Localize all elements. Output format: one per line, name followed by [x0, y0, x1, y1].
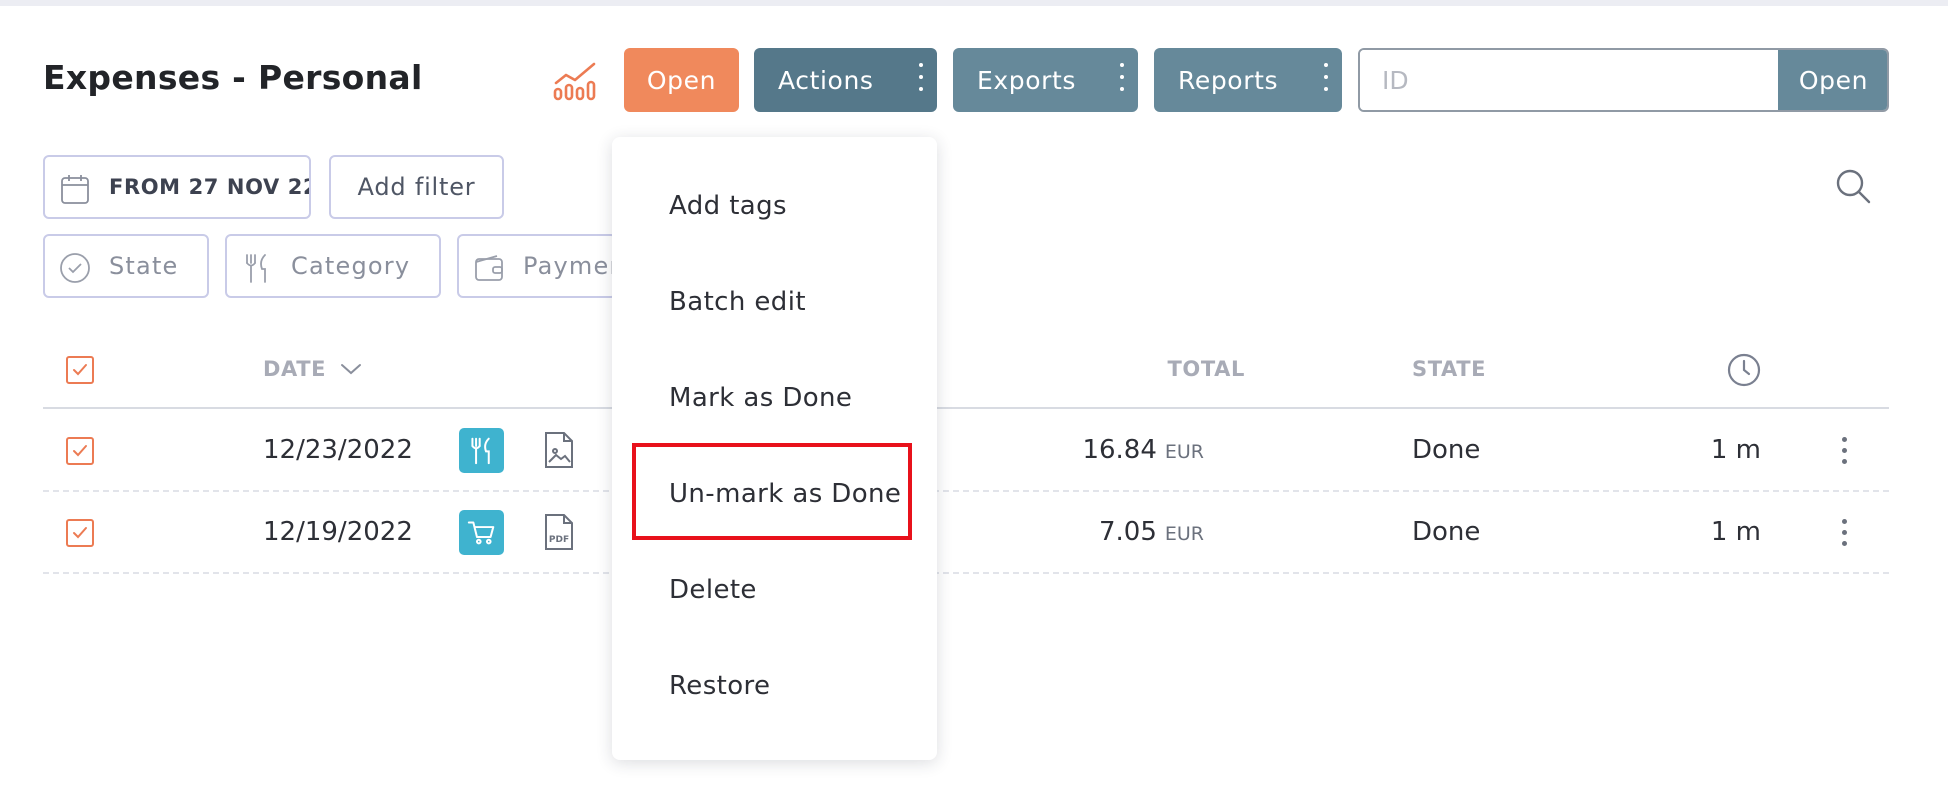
column-header-state[interactable]: STATE	[1412, 357, 1486, 381]
row-divider	[43, 490, 1889, 492]
pdf-file-icon[interactable]: PDF	[543, 513, 575, 551]
chevron-down-icon[interactable]	[340, 362, 362, 376]
id-input[interactable]	[1360, 50, 1778, 110]
menu-item-batch-edit[interactable]: Batch edit	[669, 287, 806, 317]
row-checkbox[interactable]	[66, 519, 94, 547]
row-age: 1 m	[1710, 435, 1761, 465]
fork-knife-icon	[246, 254, 266, 283]
menu-item-mark-as-done[interactable]: Mark as Done	[669, 383, 852, 413]
row-state: Done	[1412, 517, 1481, 547]
row-divider	[43, 572, 1889, 574]
payment-filter-label: Paymen	[523, 252, 617, 280]
reports-button-label: Reports	[1178, 65, 1279, 95]
category-filter-chip[interactable]: Category	[225, 234, 441, 298]
actions-button-label: Actions	[778, 65, 874, 95]
row-more-icon[interactable]	[1842, 437, 1848, 467]
state-filter-label: State	[109, 252, 179, 280]
fork-knife-icon	[459, 428, 504, 473]
calendar-icon	[61, 175, 89, 204]
more-vertical-icon	[1324, 63, 1328, 97]
exports-button-label: Exports	[977, 65, 1077, 95]
column-header-total[interactable]: TOTAL	[1100, 357, 1245, 381]
row-amount-value: 16.84	[1082, 435, 1157, 465]
more-vertical-icon	[919, 63, 923, 97]
image-file-icon[interactable]	[543, 431, 575, 469]
actions-button[interactable]: Actions	[754, 48, 937, 112]
check-circle-icon	[60, 253, 90, 283]
row-currency: EUR	[1164, 441, 1204, 463]
open-button[interactable]: Open	[624, 48, 739, 112]
wallet-icon	[475, 255, 503, 281]
clock-icon[interactable]	[1727, 353, 1761, 387]
row-date: 12/23/2022	[263, 435, 413, 465]
shopping-cart-icon	[459, 510, 504, 555]
add-filter-button[interactable]: Add filter	[329, 155, 504, 219]
column-header-date[interactable]: DATE	[263, 357, 326, 381]
row-currency: EUR	[1164, 523, 1204, 545]
date-filter-chip[interactable]: FROM 27 NOV 22	[43, 155, 311, 219]
menu-item-add-tags[interactable]: Add tags	[669, 191, 787, 221]
reports-button[interactable]: Reports	[1154, 48, 1342, 112]
row-amount-value: 7.05	[1098, 517, 1157, 547]
svg-text:PDF: PDF	[549, 535, 569, 545]
category-filter-label: Category	[291, 252, 411, 280]
top-border	[0, 0, 1948, 6]
search-icon[interactable]	[1835, 168, 1871, 204]
select-all-checkbox[interactable]	[66, 356, 94, 384]
page-title: Expenses - Personal	[43, 58, 423, 97]
highlight-box	[632, 443, 912, 540]
id-search-group: Open	[1358, 48, 1889, 112]
date-filter-label: FROM 27 NOV 22	[109, 175, 311, 199]
row-more-icon[interactable]	[1842, 519, 1848, 549]
row-state: Done	[1412, 435, 1481, 465]
row-date: 12/19/2022	[263, 517, 413, 547]
payment-filter-chip[interactable]: Paymen	[457, 234, 617, 298]
row-age: 1 m	[1710, 517, 1761, 547]
table-header-divider	[43, 407, 1889, 409]
row-amount: 7.05 EUR	[1004, 517, 1204, 547]
menu-item-delete[interactable]: Delete	[669, 575, 757, 605]
id-open-button[interactable]: Open	[1778, 50, 1887, 110]
analytics-chart-icon[interactable]	[553, 61, 597, 101]
exports-button[interactable]: Exports	[953, 48, 1138, 112]
state-filter-chip[interactable]: State	[43, 234, 209, 298]
more-vertical-icon	[1120, 63, 1124, 97]
row-amount: 16.84 EUR	[1004, 435, 1204, 465]
menu-item-restore[interactable]: Restore	[669, 671, 770, 701]
row-checkbox[interactable]	[66, 437, 94, 465]
